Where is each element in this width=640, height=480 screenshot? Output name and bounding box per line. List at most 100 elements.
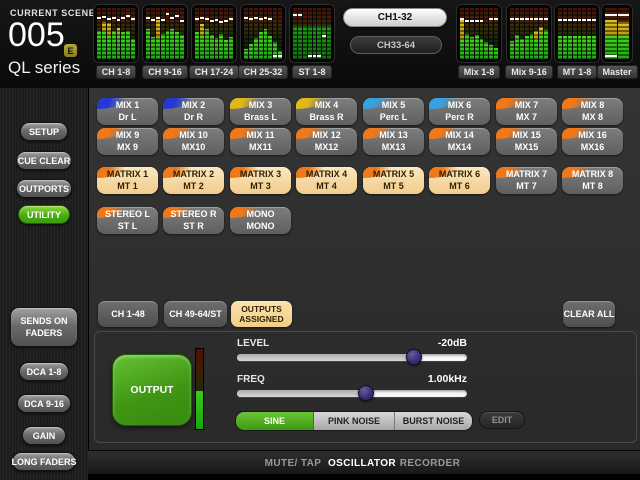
- meter-fill-green: [175, 32, 179, 59]
- meter-fill-green: [121, 32, 125, 59]
- meter-fill-green: [161, 34, 165, 60]
- meter-label: MT 1-8: [557, 65, 598, 79]
- meter-fill-green: [618, 36, 630, 59]
- level-slider-track[interactable]: [237, 354, 467, 361]
- sidebar-item-dca-9-16[interactable]: DCA 9-16: [17, 394, 71, 413]
- view-tab-ch-49-64-st[interactable]: CH 49-64/ST: [164, 301, 227, 327]
- fader-position-tick: [582, 19, 586, 21]
- sidebar-item-cue-clear[interactable]: CUE CLEAR: [16, 151, 72, 170]
- sidebar-item-gain[interactable]: GAIN: [22, 426, 66, 445]
- grid-button-mix-13[interactable]: MIX 13MX13: [363, 128, 424, 155]
- grid-button-mix-8[interactable]: MIX 8MX 8: [562, 98, 623, 125]
- burst-noise-button[interactable]: BURST NOISE: [395, 412, 472, 430]
- grid-button-subtitle: Perc R: [429, 112, 490, 124]
- fader-position-tick: [244, 17, 248, 19]
- grid-button-mix-4[interactable]: MIX 4Brass R: [296, 98, 357, 125]
- grid-button-mix-10[interactable]: MIX 10MX10: [163, 128, 224, 155]
- meter-block-ch-9-16[interactable]: CH 9-16: [143, 5, 187, 79]
- edit-button[interactable]: EDIT: [479, 411, 525, 429]
- grid-button-mix-9[interactable]: MIX 9MX 9: [97, 128, 158, 155]
- grid-button-matrix-5[interactable]: MATRIX 5MT 5: [363, 167, 424, 194]
- grid-button-mix-3[interactable]: MIX 3Brass L: [230, 98, 291, 125]
- grid-button-mono[interactable]: MONOMONO: [230, 207, 291, 234]
- meter-block-mt-1-8[interactable]: MT 1-8: [555, 5, 599, 79]
- scene-number[interactable]: 005: [8, 16, 65, 55]
- oscillator-panel: OUTPUT LEVEL -20dB FREQ 1.00kHz: [94, 331, 637, 443]
- grid-button-matrix-8[interactable]: MATRIX 8MT 8: [562, 167, 623, 194]
- grid-button-mix-15[interactable]: MIX 15MX15: [496, 128, 557, 155]
- grid-button-mix-6[interactable]: MIX 6Perc R: [429, 98, 490, 125]
- meter-block-master[interactable]: Master: [602, 5, 632, 79]
- grid-button-mix-16[interactable]: MIX 16MX16: [562, 128, 623, 155]
- meter-bar: [195, 8, 199, 59]
- grid-button-subtitle: MX14: [429, 142, 490, 154]
- meter-bar: [156, 8, 160, 59]
- grid-button-mix-12[interactable]: MIX 12MX12: [296, 128, 357, 155]
- meter-bar: [303, 8, 307, 59]
- tab-recorder[interactable]: RECORDER: [400, 451, 460, 475]
- freq-slider-knob[interactable]: [358, 385, 374, 401]
- level-slider-knob[interactable]: [406, 349, 422, 365]
- clear-all-button[interactable]: CLEAR ALL: [563, 301, 615, 327]
- tab-mute-tap[interactable]: MUTE/ TAP: [265, 451, 322, 475]
- meter-block-ch-17-24[interactable]: CH 17-24: [192, 5, 236, 79]
- freq-slider-track[interactable]: [237, 390, 467, 397]
- grid-button-stereo-r[interactable]: STEREO RST R: [163, 207, 224, 234]
- grid-button-matrix-2[interactable]: MATRIX 2MT 2: [163, 167, 224, 194]
- grid-button-matrix-4[interactable]: MATRIX 4MT 4: [296, 167, 357, 194]
- grid-button-matrix-6[interactable]: MATRIX 6MT 6: [429, 167, 490, 194]
- meter-fill-green: [460, 39, 464, 59]
- pink-noise-button[interactable]: PINK NOISE: [314, 412, 395, 430]
- meter-block-st-1-8[interactable]: ST 1-8: [290, 5, 334, 79]
- level-slider[interactable]: [237, 349, 467, 365]
- meter-block-mix-1-8[interactable]: Mix 1-8: [457, 5, 501, 79]
- sidebar-item-long-faders[interactable]: LONG FADERS: [12, 452, 76, 471]
- sidebar-item-utility[interactable]: UTILITY: [18, 205, 70, 224]
- bank-button-ch33-64[interactable]: CH33-64: [350, 36, 442, 54]
- grid-button-subtitle: MT 3: [230, 181, 291, 193]
- meter-fill-green: [259, 32, 263, 59]
- grid-button-mix-11[interactable]: MIX 11MX11: [230, 128, 291, 155]
- grid-button-matrix-7[interactable]: MATRIX 7MT 7: [496, 167, 557, 194]
- fader-position-tick: [317, 55, 321, 57]
- meter-bar: [530, 8, 534, 59]
- grid-button-mix-14[interactable]: MIX 14MX14: [429, 128, 490, 155]
- freq-value: 1.00kHz: [237, 373, 467, 385]
- grid-button-title: MIX 14: [429, 130, 490, 142]
- sidebar-item-sends-on-faders[interactable]: SENDS ON FADERS: [10, 307, 78, 347]
- meter-bar: [249, 8, 253, 59]
- grid-button-stereo-l[interactable]: STEREO LST L: [97, 207, 158, 234]
- view-tab-ch-1-48[interactable]: CH 1-48: [98, 301, 158, 327]
- fader-position-tick: [525, 18, 529, 20]
- sidebar-item-setup[interactable]: SETUP: [20, 122, 68, 141]
- grid-button-title: MIX 16: [562, 130, 623, 142]
- bank-button-ch1-32[interactable]: CH1-32: [343, 8, 447, 27]
- sidebar-item-outports[interactable]: OUTPORTS: [16, 179, 72, 198]
- freq-slider[interactable]: [237, 385, 467, 401]
- grid-button-title: MONO: [230, 209, 291, 221]
- meter-bar: [494, 8, 498, 59]
- meter-fill-green: [224, 40, 228, 59]
- meter-block-mix-9-16[interactable]: Mix 9-16: [507, 5, 551, 79]
- oscillator-output-button[interactable]: OUTPUT: [112, 354, 192, 426]
- grid-button-matrix-1[interactable]: MATRIX 1MT 1: [97, 167, 158, 194]
- meter-bar: [563, 8, 567, 59]
- meter-block-ch-1-8[interactable]: CH 1-8: [94, 5, 138, 79]
- tab-oscillator[interactable]: OSCILLATOR: [328, 451, 396, 475]
- grid-button-mix-5[interactable]: MIX 5Perc L: [363, 98, 424, 125]
- grid-button-mix-1[interactable]: MIX 1Dr L: [97, 98, 158, 125]
- grid-button-matrix-3[interactable]: MATRIX 3MT 3: [230, 167, 291, 194]
- grid-button-mix-2[interactable]: MIX 2Dr R: [163, 98, 224, 125]
- sidebar-item-dca-1-8[interactable]: DCA 1-8: [19, 362, 69, 381]
- sine-button[interactable]: SINE: [236, 412, 314, 430]
- grid-button-subtitle: MX10: [163, 142, 224, 154]
- fader-position-tick: [530, 18, 534, 20]
- level-value: -20dB: [237, 337, 467, 349]
- grid-button-mix-7[interactable]: MIX 7MX 7: [496, 98, 557, 125]
- ql-stagemix-app: CURRENT SCENE 005 E QL series CH1-32 CH3…: [0, 0, 640, 480]
- meter-block-ch-25-32[interactable]: CH 25-32: [241, 5, 285, 79]
- meter-bar: [278, 8, 282, 59]
- meter-bar: [175, 8, 179, 59]
- meter-bar: [107, 8, 111, 59]
- view-tab-outputs-assigned[interactable]: OUTPUTS ASSIGNED: [231, 301, 292, 327]
